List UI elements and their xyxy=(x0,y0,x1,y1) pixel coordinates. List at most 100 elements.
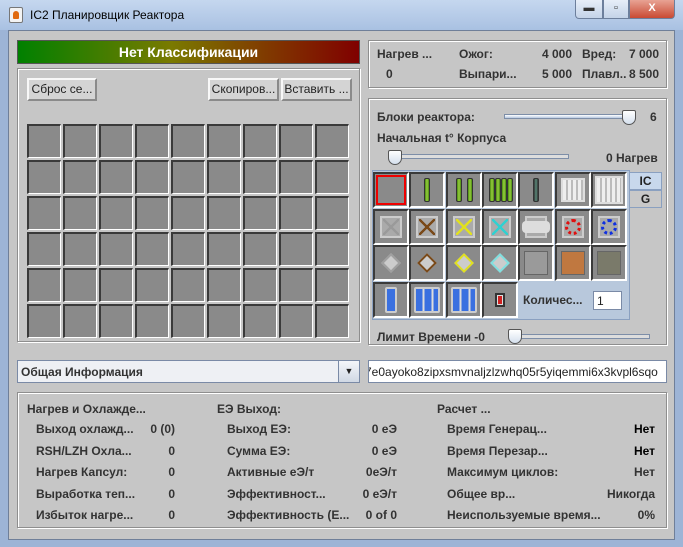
reactor-cell[interactable] xyxy=(135,304,169,338)
reactor-cell[interactable] xyxy=(171,304,205,338)
reactor-cell[interactable] xyxy=(279,160,313,194)
palette-item-vent[interactable] xyxy=(373,208,409,245)
reactor-cell[interactable] xyxy=(279,196,313,230)
palette-item-exchanger[interactable] xyxy=(481,245,518,281)
reactor-cell[interactable] xyxy=(27,232,61,266)
palette-item-rod-depleted[interactable] xyxy=(518,172,555,208)
palette-item-exchanger-big[interactable] xyxy=(518,208,555,245)
reactor-cell[interactable] xyxy=(99,196,133,230)
reactor-cell[interactable] xyxy=(27,268,61,302)
palette-item-rod-2[interactable] xyxy=(445,172,482,208)
reactor-cell[interactable] xyxy=(315,304,349,338)
reactor-cell[interactable] xyxy=(171,160,205,194)
tab-ic[interactable]: IC xyxy=(630,172,662,190)
palette-item-coolant-6[interactable] xyxy=(445,281,482,318)
eu-stat-value: 0 еЭ/т xyxy=(362,486,397,501)
reactor-cell[interactable] xyxy=(63,124,97,158)
reactor-cell[interactable] xyxy=(171,196,205,230)
reset-button[interactable]: Сброс се... xyxy=(27,78,97,101)
view-select[interactable]: Общая Информация xyxy=(17,360,360,383)
reactor-cell[interactable] xyxy=(63,268,97,302)
reactor-cell[interactable] xyxy=(99,232,133,266)
reactor-cell[interactable] xyxy=(315,196,349,230)
reactor-cell[interactable] xyxy=(99,160,133,194)
tab-g[interactable]: G xyxy=(630,190,662,208)
palette-item-vent[interactable] xyxy=(481,208,518,245)
reactor-cell[interactable] xyxy=(207,160,241,194)
reactor-cell[interactable] xyxy=(243,124,277,158)
reactor-cell[interactable] xyxy=(171,232,205,266)
time-limit-slider[interactable] xyxy=(510,334,650,339)
reactor-cell[interactable] xyxy=(99,304,133,338)
hull-temp-slider-thumb[interactable] xyxy=(388,150,402,165)
reactor-cell[interactable] xyxy=(171,268,205,302)
palette-item-exchanger[interactable] xyxy=(409,245,446,281)
maximize-button[interactable]: ▫ xyxy=(603,0,629,19)
reactor-cell[interactable] xyxy=(243,196,277,230)
close-button[interactable]: X xyxy=(629,0,675,19)
reactor-cell[interactable] xyxy=(135,124,169,158)
palette-item-rod-4[interactable] xyxy=(481,172,518,208)
palette-item-vent[interactable] xyxy=(409,208,446,245)
reactor-cell[interactable] xyxy=(315,268,349,302)
reactor-cell[interactable] xyxy=(315,124,349,158)
palette-item-condensator[interactable] xyxy=(481,281,518,318)
reactor-cell[interactable] xyxy=(27,196,61,230)
reactor-cell[interactable] xyxy=(135,268,169,302)
palette-item-rod-1[interactable] xyxy=(409,172,446,208)
palette-item-vent[interactable] xyxy=(445,208,482,245)
reactor-code-field[interactable]: 7e0ayoko8zipxsmvnaljzlzwhq05r5yiqemmi6x3… xyxy=(368,360,667,383)
palette-item-empty[interactable] xyxy=(373,172,409,208)
reactor-cell[interactable] xyxy=(243,232,277,266)
reactor-blocks-slider-thumb[interactable] xyxy=(622,110,636,125)
palette-item-exchanger[interactable] xyxy=(445,245,482,281)
minimize-button[interactable]: ▬ xyxy=(575,0,603,19)
reactor-cell[interactable] xyxy=(63,232,97,266)
reactor-cell[interactable] xyxy=(315,160,349,194)
reactor-cell[interactable] xyxy=(63,304,97,338)
reactor-cell[interactable] xyxy=(315,232,349,266)
reactor-cell[interactable] xyxy=(63,196,97,230)
palette-item-plating[interactable] xyxy=(590,245,627,281)
reactor-cell[interactable] xyxy=(207,232,241,266)
reactor-cell[interactable] xyxy=(279,232,313,266)
palette-item-grate-large[interactable] xyxy=(590,172,627,208)
reactor-cell[interactable] xyxy=(171,124,205,158)
reactor-cell[interactable] xyxy=(243,268,277,302)
reactor-cell[interactable] xyxy=(99,268,133,302)
reactor-cell[interactable] xyxy=(27,124,61,158)
reactor-cell[interactable] xyxy=(99,124,133,158)
reactor-cell[interactable] xyxy=(243,304,277,338)
reactor-cell[interactable] xyxy=(63,160,97,194)
palette-item-coolant-3[interactable] xyxy=(409,281,446,318)
reactor-cell[interactable] xyxy=(135,196,169,230)
palette-item-plating[interactable] xyxy=(518,245,555,281)
time-limit-slider-thumb[interactable] xyxy=(508,329,522,344)
palette-item-exchanger[interactable] xyxy=(373,245,409,281)
paste-button[interactable]: Вставить ... xyxy=(281,78,352,101)
palette-item-ring[interactable] xyxy=(554,208,591,245)
palette-item-plating[interactable] xyxy=(554,245,591,281)
coolant-1-icon xyxy=(375,284,407,316)
reactor-cell[interactable] xyxy=(207,196,241,230)
reactor-cell[interactable] xyxy=(207,304,241,338)
calc-stat-value: 0% xyxy=(637,508,655,522)
reactor-cell[interactable] xyxy=(27,160,61,194)
reactor-cell[interactable] xyxy=(279,124,313,158)
reactor-cell[interactable] xyxy=(279,304,313,338)
reactor-cell[interactable] xyxy=(207,268,241,302)
reactor-cell[interactable] xyxy=(135,160,169,194)
reactor-cell[interactable] xyxy=(279,268,313,302)
copy-button[interactable]: Скопиров... xyxy=(208,78,279,101)
reactor-cell[interactable] xyxy=(135,232,169,266)
palette-item-ring[interactable] xyxy=(590,208,627,245)
quantity-input[interactable]: 1 xyxy=(593,291,622,310)
palette-item-grate[interactable] xyxy=(554,172,591,208)
reactor-cell[interactable] xyxy=(207,124,241,158)
hull-temp-slider[interactable] xyxy=(390,154,569,159)
reactor-blocks-slider[interactable] xyxy=(504,114,636,119)
reactor-cell[interactable] xyxy=(243,160,277,194)
chevron-down-icon[interactable]: ▼ xyxy=(338,361,359,382)
reactor-cell[interactable] xyxy=(27,304,61,338)
palette-item-coolant-1[interactable] xyxy=(373,281,409,318)
